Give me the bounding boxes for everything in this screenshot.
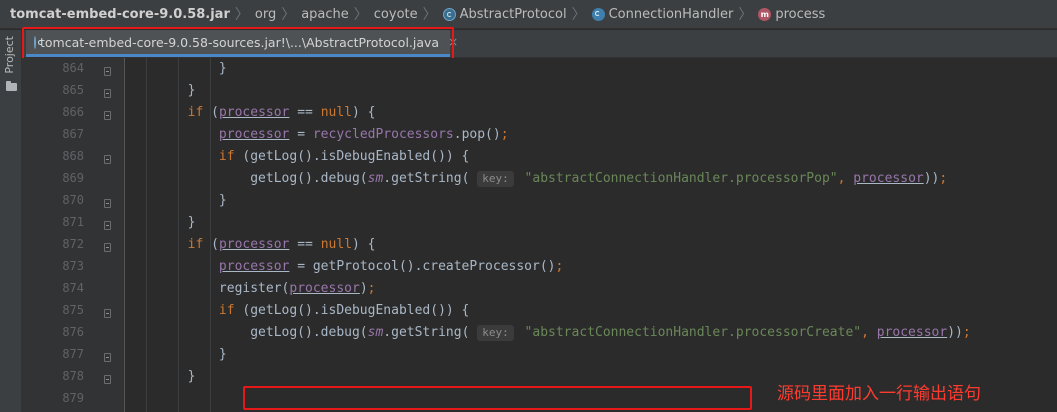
tool-window-strip: Project xyxy=(0,30,22,412)
line-number: 867 xyxy=(62,127,84,141)
parameter-hint: key: xyxy=(477,325,514,341)
fold-marker-icon[interactable] xyxy=(104,353,111,362)
breadcrumb-item-jar[interactable]: tomcat-embed-core-9.0.58.jar xyxy=(10,7,230,22)
code-line-878: } xyxy=(125,369,196,384)
code-line-868: if (getLog().isDebugEnabled()) { xyxy=(218,149,470,164)
code-line-874: register(processor); xyxy=(125,281,376,296)
breadcrumb-item-coyote[interactable]: coyote xyxy=(374,7,418,22)
editor-gutter: 864 865 866 867 868 869 870 871 872 873 … xyxy=(22,58,125,412)
line-number: 868 xyxy=(62,149,84,163)
code-line-866: if (processor == null) { xyxy=(187,105,376,120)
line-number: 865 xyxy=(62,83,84,97)
chevron-right-icon: 〉 xyxy=(738,7,753,23)
breadcrumb-label: tomcat-embed-core-9.0.58.jar xyxy=(10,6,230,22)
code-line-870: } xyxy=(125,193,227,208)
chevron-right-icon: 〉 xyxy=(353,7,368,23)
breadcrumb-item-apache[interactable]: apache xyxy=(301,7,349,22)
annotation-text: 源码里面加入一行输出语句 xyxy=(777,384,981,404)
parameter-hint: key: xyxy=(477,171,514,187)
breadcrumb-label: AbstractProtocol xyxy=(459,6,567,22)
line-number: 871 xyxy=(62,215,84,229)
fold-marker-icon[interactable] xyxy=(104,309,111,318)
fold-marker-icon[interactable] xyxy=(104,111,111,120)
line-number: 879 xyxy=(62,391,84,405)
project-tool-button[interactable]: Project xyxy=(3,36,16,74)
fold-marker-icon[interactable] xyxy=(104,89,111,98)
method-icon: m xyxy=(758,7,772,21)
fold-marker-icon[interactable] xyxy=(104,221,111,230)
fold-marker-icon[interactable] xyxy=(104,155,111,164)
line-number: 869 xyxy=(62,171,84,185)
line-number: 875 xyxy=(62,303,84,317)
code-line-876: getLog().debug(sm.getString( key: "abstr… xyxy=(125,325,971,341)
breadcrumb-label: process xyxy=(775,6,826,22)
code-line-877: } xyxy=(125,347,227,362)
breadcrumb-label: coyote xyxy=(373,6,418,22)
chevron-right-icon: 〉 xyxy=(234,7,249,23)
breadcrumb-label: org xyxy=(254,6,277,22)
code-line-872: if (processor == null) { xyxy=(187,237,376,252)
line-number: 876 xyxy=(62,325,84,339)
code-line-873: processor = getProtocol().createProcesso… xyxy=(218,259,564,274)
breadcrumb-item-abstractprotocol[interactable]: AbstractProtocol xyxy=(442,6,567,22)
code-line-875: if (getLog().isDebugEnabled()) { xyxy=(218,303,470,318)
class-icon xyxy=(591,7,605,21)
code-line-865: } xyxy=(125,83,196,98)
line-number: 872 xyxy=(62,237,84,251)
line-number: 866 xyxy=(62,105,84,119)
folder-icon[interactable] xyxy=(6,81,17,91)
insert-line-highlight-box xyxy=(243,386,752,410)
line-number: 874 xyxy=(62,281,84,295)
fold-marker-icon[interactable] xyxy=(104,243,111,252)
breadcrumb-label: apache xyxy=(301,6,349,22)
breadcrumb-item-process[interactable]: m process xyxy=(758,7,825,22)
breadcrumb-item-connectionhandler[interactable]: ConnectionHandler xyxy=(591,6,734,22)
line-number: 873 xyxy=(62,259,84,273)
chevron-right-icon: 〉 xyxy=(281,7,296,23)
code-line-871: } xyxy=(125,215,196,230)
abstract-class-icon xyxy=(442,7,456,21)
code-editor[interactable]: 864 865 866 867 868 869 870 871 872 873 … xyxy=(22,58,1057,412)
code-line-867: processor = recycledProcessors.pop(); xyxy=(218,127,509,142)
code-line-864: } xyxy=(125,61,227,76)
breadcrumb-label: ConnectionHandler xyxy=(608,6,734,22)
fold-marker-icon[interactable] xyxy=(104,375,111,384)
fold-marker-icon[interactable] xyxy=(104,67,111,76)
breadcrumb: tomcat-embed-core-9.0.58.jar 〉 org 〉 apa… xyxy=(0,0,1057,29)
line-number: 878 xyxy=(62,369,84,383)
line-number: 870 xyxy=(62,193,84,207)
chevron-right-icon: 〉 xyxy=(571,7,586,23)
breadcrumb-item-org[interactable]: org xyxy=(255,7,276,22)
code-area[interactable]: } } if (processor == null) { processor =… xyxy=(125,58,1057,412)
fold-marker-icon[interactable] xyxy=(104,199,111,208)
chevron-right-icon: 〉 xyxy=(422,7,437,23)
code-line-869: getLog().debug(sm.getString( key: "abstr… xyxy=(125,171,948,187)
line-number: 864 xyxy=(62,61,84,75)
line-number: 877 xyxy=(62,347,84,361)
